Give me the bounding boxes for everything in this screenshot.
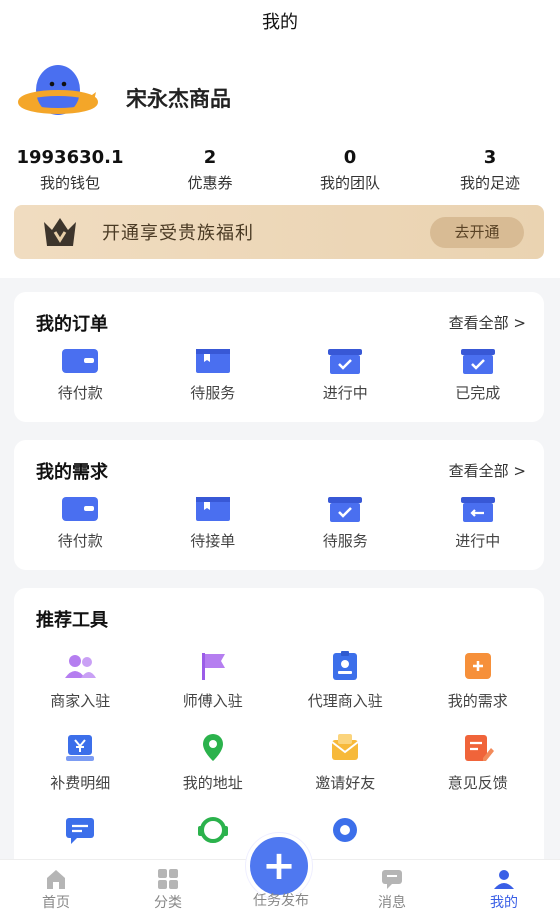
gear-icon [333, 818, 358, 842]
tool-label: 补费明细 [50, 774, 111, 792]
need-pending-service[interactable]: 待服务 [279, 494, 412, 551]
tool-my-address[interactable]: 我的地址 [147, 732, 280, 814]
tool-label: 我的地址 [182, 774, 243, 792]
tab-label: 我的 [490, 895, 518, 911]
stat-team[interactable]: 0 我的团队 [280, 146, 420, 193]
avatar[interactable] [18, 62, 98, 124]
stat-coupons[interactable]: 2 优惠券 [140, 146, 280, 193]
vip-open-button[interactable]: 去开通 [430, 217, 524, 248]
service-card-icon [195, 349, 230, 373]
tab-messages[interactable]: 消息 [336, 860, 448, 919]
box-check-icon [460, 349, 495, 374]
publish-task-label: 任务发布 [253, 893, 309, 909]
needs-title: 我的需求 [36, 462, 108, 483]
tab-mine[interactable]: 我的 [448, 860, 560, 919]
stat-label: 优惠券 [187, 174, 233, 192]
tool-invite-friends[interactable]: 邀请好友 [279, 732, 412, 814]
order-completed[interactable]: 已完成 [412, 346, 545, 403]
grid-icon [158, 869, 178, 889]
tool-my-needs[interactable]: 我的需求 [412, 650, 545, 732]
home-icon [47, 870, 65, 889]
tool-label: 师傅入驻 [182, 692, 243, 710]
order-status-label: 已完成 [455, 384, 501, 402]
yen-hand-icon [66, 735, 95, 761]
orders-view-all-link[interactable]: 查看全部 > [449, 312, 526, 333]
tools-title: 推荐工具 [36, 610, 108, 631]
vip-text: 开通享受贵族福利 [102, 223, 254, 244]
need-status-label: 待付款 [57, 532, 103, 550]
stat-label: 我的足迹 [459, 174, 520, 192]
stat-value: 3 [483, 147, 497, 168]
stat-value: 0 [343, 147, 357, 168]
tool-feedback[interactable]: 意见反馈 [412, 732, 545, 814]
flag-icon [201, 653, 225, 680]
stat-wallet[interactable]: 1993630.1 我的钱包 [0, 146, 140, 193]
tool-label: 邀请好友 [315, 774, 376, 792]
order-pending-payment[interactable]: 待付款 [14, 346, 147, 403]
box-check-icon [328, 497, 363, 522]
stat-label: 我的钱包 [39, 174, 100, 192]
stats-row: 1993630.1 我的钱包 2 优惠券 0 我的团队 3 我的足迹 [0, 146, 560, 193]
tab-label: 消息 [378, 895, 406, 911]
needs-card: 我的需求 查看全部 > 待付款 待接单 待服务 进行中 [14, 440, 544, 570]
box-return-icon [460, 497, 495, 522]
need-status-label: 待服务 [322, 532, 368, 550]
need-status-label: 待接单 [190, 532, 236, 550]
note-add-icon [464, 653, 491, 679]
need-status-label: 进行中 [455, 532, 501, 550]
tab-category[interactable]: 分类 [112, 860, 224, 919]
stat-value: 2 [203, 147, 217, 168]
need-pending-accept[interactable]: 待接单 [147, 494, 280, 551]
wallet-icon [62, 497, 99, 521]
order-status-label: 待服务 [190, 384, 236, 402]
order-status-label: 待付款 [57, 384, 103, 402]
tab-home[interactable]: 首页 [0, 860, 112, 919]
envelope-icon [331, 734, 359, 760]
crown-icon [44, 218, 76, 246]
shop-name: 宋永杰商品 [126, 87, 231, 111]
tool-label: 意见反馈 [447, 774, 508, 792]
stat-value: 1993630.1 [16, 147, 124, 168]
orders-card: 我的订单 查看全部 > 待付款 待服务 进行中 已完成 [14, 292, 544, 422]
tool-fee-details[interactable]: 补费明细 [14, 732, 147, 814]
tool-agent-join[interactable]: 代理商入驻 [279, 650, 412, 732]
order-status-label: 进行中 [322, 384, 368, 402]
plus-icon: + [262, 843, 296, 889]
edit-note-icon [464, 735, 494, 761]
need-pending-payment[interactable]: 待付款 [14, 494, 147, 551]
chat-icon [66, 818, 95, 844]
location-pin-icon [202, 734, 223, 761]
badge-icon [333, 651, 358, 680]
wallet-icon [62, 349, 99, 373]
service-card-icon [195, 497, 230, 521]
users-icon [65, 655, 97, 678]
message-icon [382, 870, 402, 889]
box-check-icon [328, 349, 363, 374]
tool-label: 商家入驻 [50, 692, 111, 710]
stat-footprint[interactable]: 3 我的足迹 [420, 146, 560, 193]
orders-title: 我的订单 [36, 314, 108, 335]
tab-label: 分类 [154, 895, 182, 911]
headset-icon [197, 817, 228, 843]
user-icon [494, 870, 514, 889]
needs-view-all-link[interactable]: 查看全部 > [449, 460, 526, 481]
tab-label: 首页 [42, 895, 70, 911]
tool-label: 我的需求 [447, 692, 508, 710]
order-in-progress[interactable]: 进行中 [279, 346, 412, 403]
tool-label: 代理商入驻 [307, 692, 383, 710]
tool-merchant-join[interactable]: 商家入驻 [14, 650, 147, 732]
need-in-progress[interactable]: 进行中 [412, 494, 545, 551]
vip-banner[interactable]: 开通享受贵族福利 去开通 [14, 205, 544, 259]
page-title: 我的 [262, 12, 298, 33]
tool-master-join[interactable]: 师傅入驻 [147, 650, 280, 732]
profile-header: 我的 宋永杰商品 1993630.1 我的钱包 2 优惠券 0 我的团队 3 我… [0, 0, 560, 278]
order-pending-service[interactable]: 待服务 [147, 346, 280, 403]
stat-label: 我的团队 [319, 174, 380, 192]
